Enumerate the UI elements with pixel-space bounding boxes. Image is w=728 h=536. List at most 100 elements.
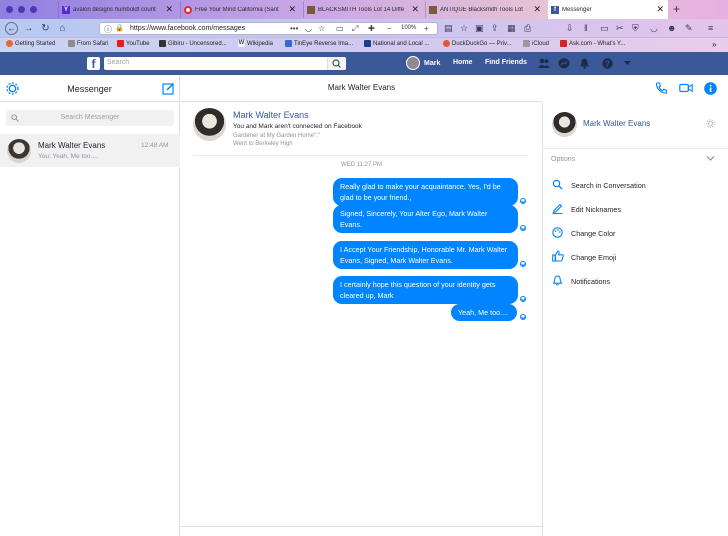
details-gear-icon[interactable] <box>706 119 715 128</box>
screenshot-icon[interactable]: ▭ <box>336 24 344 33</box>
zoom-out-icon[interactable]: − <box>387 24 392 33</box>
print-icon[interactable]: ⎙ <box>524 23 531 34</box>
bookmark-item[interactable]: Ask.com - What's Y... <box>560 40 625 47</box>
url-text[interactable]: https://www.facebook.com/messages <box>130 25 245 32</box>
close-tab-icon[interactable]: ✕ <box>656 4 664 15</box>
facebook-logo-icon[interactable]: f <box>87 57 100 70</box>
browser-tab[interactable]: ANTIQUE Blacksmith Tools Lot ✕ <box>425 1 545 18</box>
zoom-window-button[interactable] <box>30 6 37 13</box>
options-header[interactable]: Options <box>551 156 575 163</box>
home-icon[interactable]: ⌂ <box>56 22 69 35</box>
find-friends-link[interactable]: Find Friends <box>485 59 527 66</box>
zoom-level[interactable]: 100% <box>401 25 416 31</box>
bookmark-star-icon[interactable]: ☆ <box>318 24 325 33</box>
close-tab-icon[interactable]: ✕ <box>165 4 173 15</box>
screenshot-tool-icon[interactable]: ✂ <box>616 23 624 34</box>
conversation-list-item[interactable]: Mark Walter Evans 12:48 AM You: Yeah, Me… <box>0 134 180 167</box>
close-window-button[interactable] <box>6 6 13 13</box>
mask-icon[interactable]: ☻ <box>667 23 676 33</box>
sidebar-icon[interactable]: ▤ <box>444 23 453 34</box>
help-icon[interactable]: ? <box>602 58 613 69</box>
messenger-icon[interactable] <box>558 58 570 69</box>
chat-title: Mark Walter Evans <box>327 83 396 92</box>
edit-nicknames-option[interactable]: Edit Nicknames <box>571 205 621 214</box>
minimize-window-button[interactable] <box>18 6 25 13</box>
browser-tab[interactable]: Free Your Mind California (Sant ✕ <box>180 1 300 18</box>
brush-icon[interactable]: ✎ <box>685 23 693 34</box>
synced-tabs-icon[interactable]: ▭ <box>600 23 609 34</box>
phone-call-icon[interactable] <box>655 82 667 94</box>
details-avatar[interactable] <box>552 112 577 137</box>
back-arrow-icon[interactable]: ← <box>5 22 18 35</box>
pocket-icon[interactable]: ◡ <box>305 24 312 33</box>
more-dots-icon[interactable]: ••• <box>290 24 298 33</box>
browser-tab[interactable]: Y avalon designs humboldt count ✕ <box>58 1 177 18</box>
search-in-conversation-option[interactable]: Search in Conversation <box>571 181 646 190</box>
chevron-down-icon[interactable] <box>706 155 715 162</box>
account-menu-icon[interactable] <box>624 61 631 66</box>
bookmark-item[interactable]: W Wikipedia <box>238 40 273 47</box>
bookmark-item[interactable]: From Safari <box>68 40 108 47</box>
bookmark-item[interactable]: Gibiru - Uncensored... <box>159 40 227 47</box>
shield-icon[interactable]: ⛨ <box>632 23 639 34</box>
bookmark-item[interactable]: TinEye Reverse Ima... <box>285 40 353 47</box>
profile-link[interactable]: Mark <box>406 56 440 70</box>
lock-extension-icon[interactable]: ▣ <box>475 23 484 34</box>
download-icon[interactable]: ⇩ <box>566 23 574 34</box>
profile-avatar[interactable] <box>193 108 226 141</box>
zoom-in-icon[interactable]: + <box>424 24 429 33</box>
url-bar[interactable]: ⓘ 🔒 https://www.facebook.com/messages ••… <box>99 22 438 35</box>
conversation-info-icon[interactable] <box>704 82 717 95</box>
connection-status: You and Mark aren't connected on Faceboo… <box>233 123 362 130</box>
close-tab-icon[interactable]: ✕ <box>288 4 296 15</box>
library-icon[interactable]: ‖ <box>584 23 588 33</box>
message-bubble[interactable]: I certainly hope this question of your i… <box>333 276 518 304</box>
details-name-link[interactable]: Mark Walter Evans <box>583 119 650 128</box>
bookmark-icon[interactable]: ☆ <box>460 23 468 34</box>
yahoo-favicon-icon: Y <box>62 5 70 14</box>
reload-icon[interactable]: ↻ <box>39 22 52 35</box>
bookmarks-overflow-icon[interactable]: » <box>712 40 716 49</box>
tab-title: ANTIQUE Blacksmith Tools Lot <box>440 6 523 13</box>
bookmark-item[interactable]: Getting Started <box>6 40 55 47</box>
compose-new-message-icon[interactable] <box>162 82 175 95</box>
menu-icon[interactable]: ≡ <box>708 23 713 33</box>
extensions-icon[interactable]: ✚ <box>368 24 375 33</box>
search-button[interactable] <box>327 57 345 70</box>
close-tab-icon[interactable]: ✕ <box>411 4 419 15</box>
reader-icon[interactable]: ▦ <box>507 23 516 34</box>
home-link[interactable]: Home <box>453 59 472 66</box>
bookmark-item[interactable]: DuckDuckGo — Priv... <box>443 40 512 47</box>
change-color-option[interactable]: Change Color <box>571 229 615 238</box>
search-messenger-input[interactable]: Search Messenger <box>6 110 174 126</box>
bookmark-item[interactable]: National and Local ... <box>364 40 429 47</box>
gibiru-icon <box>159 40 166 47</box>
message-bubble[interactable]: Really glad to make your acquaintance. Y… <box>333 178 518 206</box>
browser-tab[interactable]: BLACKSMITH Tools Lot 14 Diffe ✕ <box>303 1 423 18</box>
facebook-search-input[interactable]: Search <box>104 57 346 70</box>
message-bubble[interactable]: Signed, Sincerely, Your Alter Ego, Mark … <box>333 205 518 233</box>
browser-tab-active[interactable]: f Messenger ✕ <box>547 0 668 19</box>
video-call-icon[interactable] <box>679 82 693 94</box>
expand-icon[interactable]: ⤢ <box>352 24 358 34</box>
pinterest-favicon-icon <box>184 5 192 14</box>
message-bubble[interactable]: I Accept Your Friendship, Honorable Mr. … <box>333 241 518 269</box>
composer-bar[interactable] <box>181 526 542 536</box>
new-tab-icon[interactable]: + <box>673 2 680 16</box>
notifications-globe-icon[interactable] <box>579 58 590 69</box>
message-bubble[interactable]: Yeah, Me too.... <box>451 304 517 321</box>
conversation-time: 12:48 AM <box>141 142 169 149</box>
change-emoji-option[interactable]: Change Emoji <box>571 253 616 262</box>
pocket-save-icon[interactable]: ◡ <box>650 23 658 34</box>
bookmark-item[interactable]: iCloud <box>523 40 549 47</box>
close-tab-icon[interactable]: ✕ <box>533 4 541 15</box>
friend-requests-icon[interactable] <box>538 58 550 69</box>
browser-nav-bar: ← → ↻ ⌂ ⓘ 🔒 https://www.facebook.com/mes… <box>0 19 728 38</box>
youtube-icon <box>117 40 124 47</box>
info-icon[interactable]: ⓘ <box>104 24 112 35</box>
forward-arrow-icon[interactable]: → <box>22 22 35 35</box>
notifications-option[interactable]: Notifications <box>571 277 610 286</box>
upload-icon[interactable]: ⇪ <box>491 23 499 34</box>
bookmark-item[interactable]: YouTube <box>117 40 150 47</box>
profile-name-link[interactable]: Mark Walter Evans <box>233 110 309 120</box>
